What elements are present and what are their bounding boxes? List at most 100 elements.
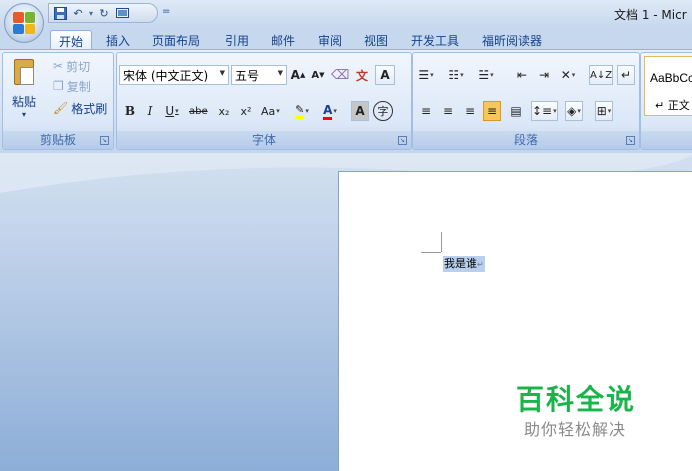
line-spacing-icon: ↕≡ xyxy=(532,104,553,118)
align-right-button[interactable]: ≡ xyxy=(461,101,479,121)
paste-button[interactable]: 粘贴 ▾ xyxy=(9,57,39,127)
enclose-characters-button[interactable]: 字 xyxy=(373,101,393,121)
selected-text[interactable]: 我是谁↵ xyxy=(443,256,485,272)
format-painter-label: 格式刷 xyxy=(71,101,108,116)
multilevel-list-button[interactable]: ☱ ▾ xyxy=(477,65,495,85)
chevron-down-icon: ▾ xyxy=(607,107,612,115)
tab-foxit-reader[interactable]: 福昕阅读器 xyxy=(482,30,542,50)
customize-qat-icon[interactable]: = xyxy=(162,6,170,17)
document-page[interactable] xyxy=(338,171,692,471)
align-left-button[interactable]: ≡ xyxy=(417,101,435,121)
bold-button[interactable]: B xyxy=(121,101,139,121)
distributed-button[interactable]: ▤ xyxy=(507,101,525,121)
tab-review[interactable]: 审阅 xyxy=(318,30,342,50)
chevron-down-icon: ▾ xyxy=(571,71,576,79)
chevron-down-icon: ▾ xyxy=(333,107,337,115)
chinese-layout-button[interactable]: ✕ ▾ xyxy=(559,65,577,85)
change-case-label: Aa xyxy=(261,104,276,118)
font-launcher-icon[interactable]: ↘ xyxy=(398,136,407,145)
tab-home[interactable]: 开始 xyxy=(50,30,93,50)
superscript-button[interactable]: x² xyxy=(237,101,255,121)
borders-button[interactable]: ⊞ ▾ xyxy=(595,101,613,121)
format-painter-button[interactable]: 🖌 格式刷 xyxy=(53,99,107,117)
align-center-button[interactable]: ≡ xyxy=(439,101,457,121)
clipboard-launcher-icon[interactable]: ↘ xyxy=(100,136,109,145)
align-right-icon: ≡ xyxy=(464,104,476,118)
paragraph-group: ☰ ▾ ☷ ▾ ☱ ▾ ⇤ ⇥ ✕ ▾ A↓Z ↵ ≡ ≡ ≡ ≡ ▤ ↕≡ ▾ ◈ ▾ ⊞… xyxy=(412,52,640,150)
format-painter-icon: 🖌 xyxy=(53,101,69,115)
decrease-indent-button[interactable]: ⇤ xyxy=(513,65,531,85)
chevron-down-icon: ▾ xyxy=(305,107,309,115)
paste-dropdown-icon[interactable]: ▾ xyxy=(9,110,39,119)
document-text: 我是谁 xyxy=(444,257,477,270)
clipboard-group: 粘贴 ▾ ✂ 剪切 ❐ 复制 🖌 格式刷 剪贴板 ↘ xyxy=(2,52,114,150)
phonetic-guide-icon: 文 xyxy=(355,68,368,83)
font-size-value: 五号 xyxy=(235,69,260,83)
copy-button[interactable]: ❐ 复制 xyxy=(53,77,91,95)
subscript-button[interactable]: x₂ xyxy=(215,101,233,121)
font-group-label: 字体 xyxy=(117,131,411,149)
chevron-down-icon: ▼ xyxy=(277,69,283,77)
enclose-characters-icon: 字 xyxy=(377,105,389,118)
paste-icon xyxy=(12,57,36,87)
grow-font-label: A xyxy=(290,68,300,82)
clear-formatting-button[interactable]: ⌫ xyxy=(331,65,349,85)
undo-dropdown-icon[interactable]: ▾ xyxy=(89,9,93,18)
bullets-icon: ☰ xyxy=(418,68,430,82)
font-group: 宋体 (中文正文) ▼ 五号 ▼ A ▲ A ▼ ⌫ 文 A B I U ▾ abe … xyxy=(116,52,412,150)
chevron-down-icon: ▾ xyxy=(430,71,434,79)
font-name-value: 宋体 (中文正文) xyxy=(123,69,209,83)
grow-font-button[interactable]: A ▲ xyxy=(289,65,307,85)
shading-button[interactable]: ◈ ▾ xyxy=(565,101,583,121)
character-border-icon: A xyxy=(380,68,390,82)
tab-page-layout[interactable]: 页面布局 xyxy=(152,30,200,50)
justify-icon: ≡ xyxy=(486,104,498,118)
line-spacing-button[interactable]: ↕≡ ▾ xyxy=(531,101,558,121)
office-button[interactable] xyxy=(4,3,44,43)
numbering-button[interactable]: ☷ ▾ xyxy=(447,65,465,85)
character-shading-button[interactable]: A xyxy=(351,101,369,121)
undo-icon[interactable]: ↶ xyxy=(71,6,85,20)
font-size-combo[interactable]: 五号 ▼ xyxy=(231,65,287,85)
show-marks-button[interactable]: ↵ xyxy=(617,65,635,85)
watermark-subtitle: 助你轻松解决 xyxy=(524,420,627,439)
justify-button[interactable]: ≡ xyxy=(483,101,501,121)
highlight-button[interactable]: ✎ ▾ xyxy=(293,101,311,121)
ribbon-tabs: 开始 插入 页面布局 引用 邮件 审阅 视图 开发工具 福昕阅读器 xyxy=(0,28,692,50)
page-margin-mark xyxy=(421,252,441,253)
tab-developer[interactable]: 开发工具 xyxy=(411,30,459,50)
underline-button[interactable]: U ▾ xyxy=(163,101,181,121)
chevron-down-icon: ▾ xyxy=(577,107,581,115)
style-normal-label: ↵ 正文 xyxy=(655,99,690,112)
chevron-down-icon: ▾ xyxy=(276,107,280,115)
tab-references[interactable]: 引用 xyxy=(225,30,249,50)
paint-bucket-icon: ◈ xyxy=(567,104,577,118)
increase-indent-button[interactable]: ⇥ xyxy=(535,65,553,85)
sort-button[interactable]: A↓Z xyxy=(589,65,614,85)
redo-icon[interactable]: ↻ xyxy=(97,6,111,20)
bullets-button[interactable]: ☰ ▾ xyxy=(417,65,435,85)
paragraph-launcher-icon[interactable]: ↘ xyxy=(626,136,635,145)
tab-mailings[interactable]: 邮件 xyxy=(271,30,295,50)
ribbon: 粘贴 ▾ ✂ 剪切 ❐ 复制 🖌 格式刷 剪贴板 ↘ 宋体 (中文正文) ▼ 五… xyxy=(0,49,692,153)
tab-insert[interactable]: 插入 xyxy=(106,30,130,50)
italic-button[interactable]: I xyxy=(141,101,159,121)
font-color-button[interactable]: A ▾ xyxy=(321,101,339,121)
tab-view[interactable]: 视图 xyxy=(364,30,388,50)
print-preview-icon[interactable] xyxy=(115,6,129,20)
cut-button[interactable]: ✂ 剪切 xyxy=(53,57,90,75)
character-shading-icon: A xyxy=(355,104,365,118)
phonetic-guide-button[interactable]: 文 xyxy=(353,65,371,85)
paragraph-mark-icon: ↵ xyxy=(620,68,632,82)
office-logo-icon xyxy=(13,12,35,34)
font-name-combo[interactable]: 宋体 (中文正文) ▼ xyxy=(119,65,229,85)
cut-label: 剪切 xyxy=(66,59,91,74)
shrink-font-label: A xyxy=(311,69,320,81)
style-normal-tile[interactable]: AaBbCc ↵ 正文 xyxy=(644,56,692,116)
strikethrough-button[interactable]: abe xyxy=(189,101,208,121)
shrink-font-button[interactable]: A ▼ xyxy=(309,65,327,85)
change-case-button[interactable]: Aa ▾ xyxy=(261,101,280,121)
save-icon[interactable] xyxy=(53,6,67,20)
character-border-button[interactable]: A xyxy=(375,65,395,85)
align-center-icon: ≡ xyxy=(442,104,454,118)
